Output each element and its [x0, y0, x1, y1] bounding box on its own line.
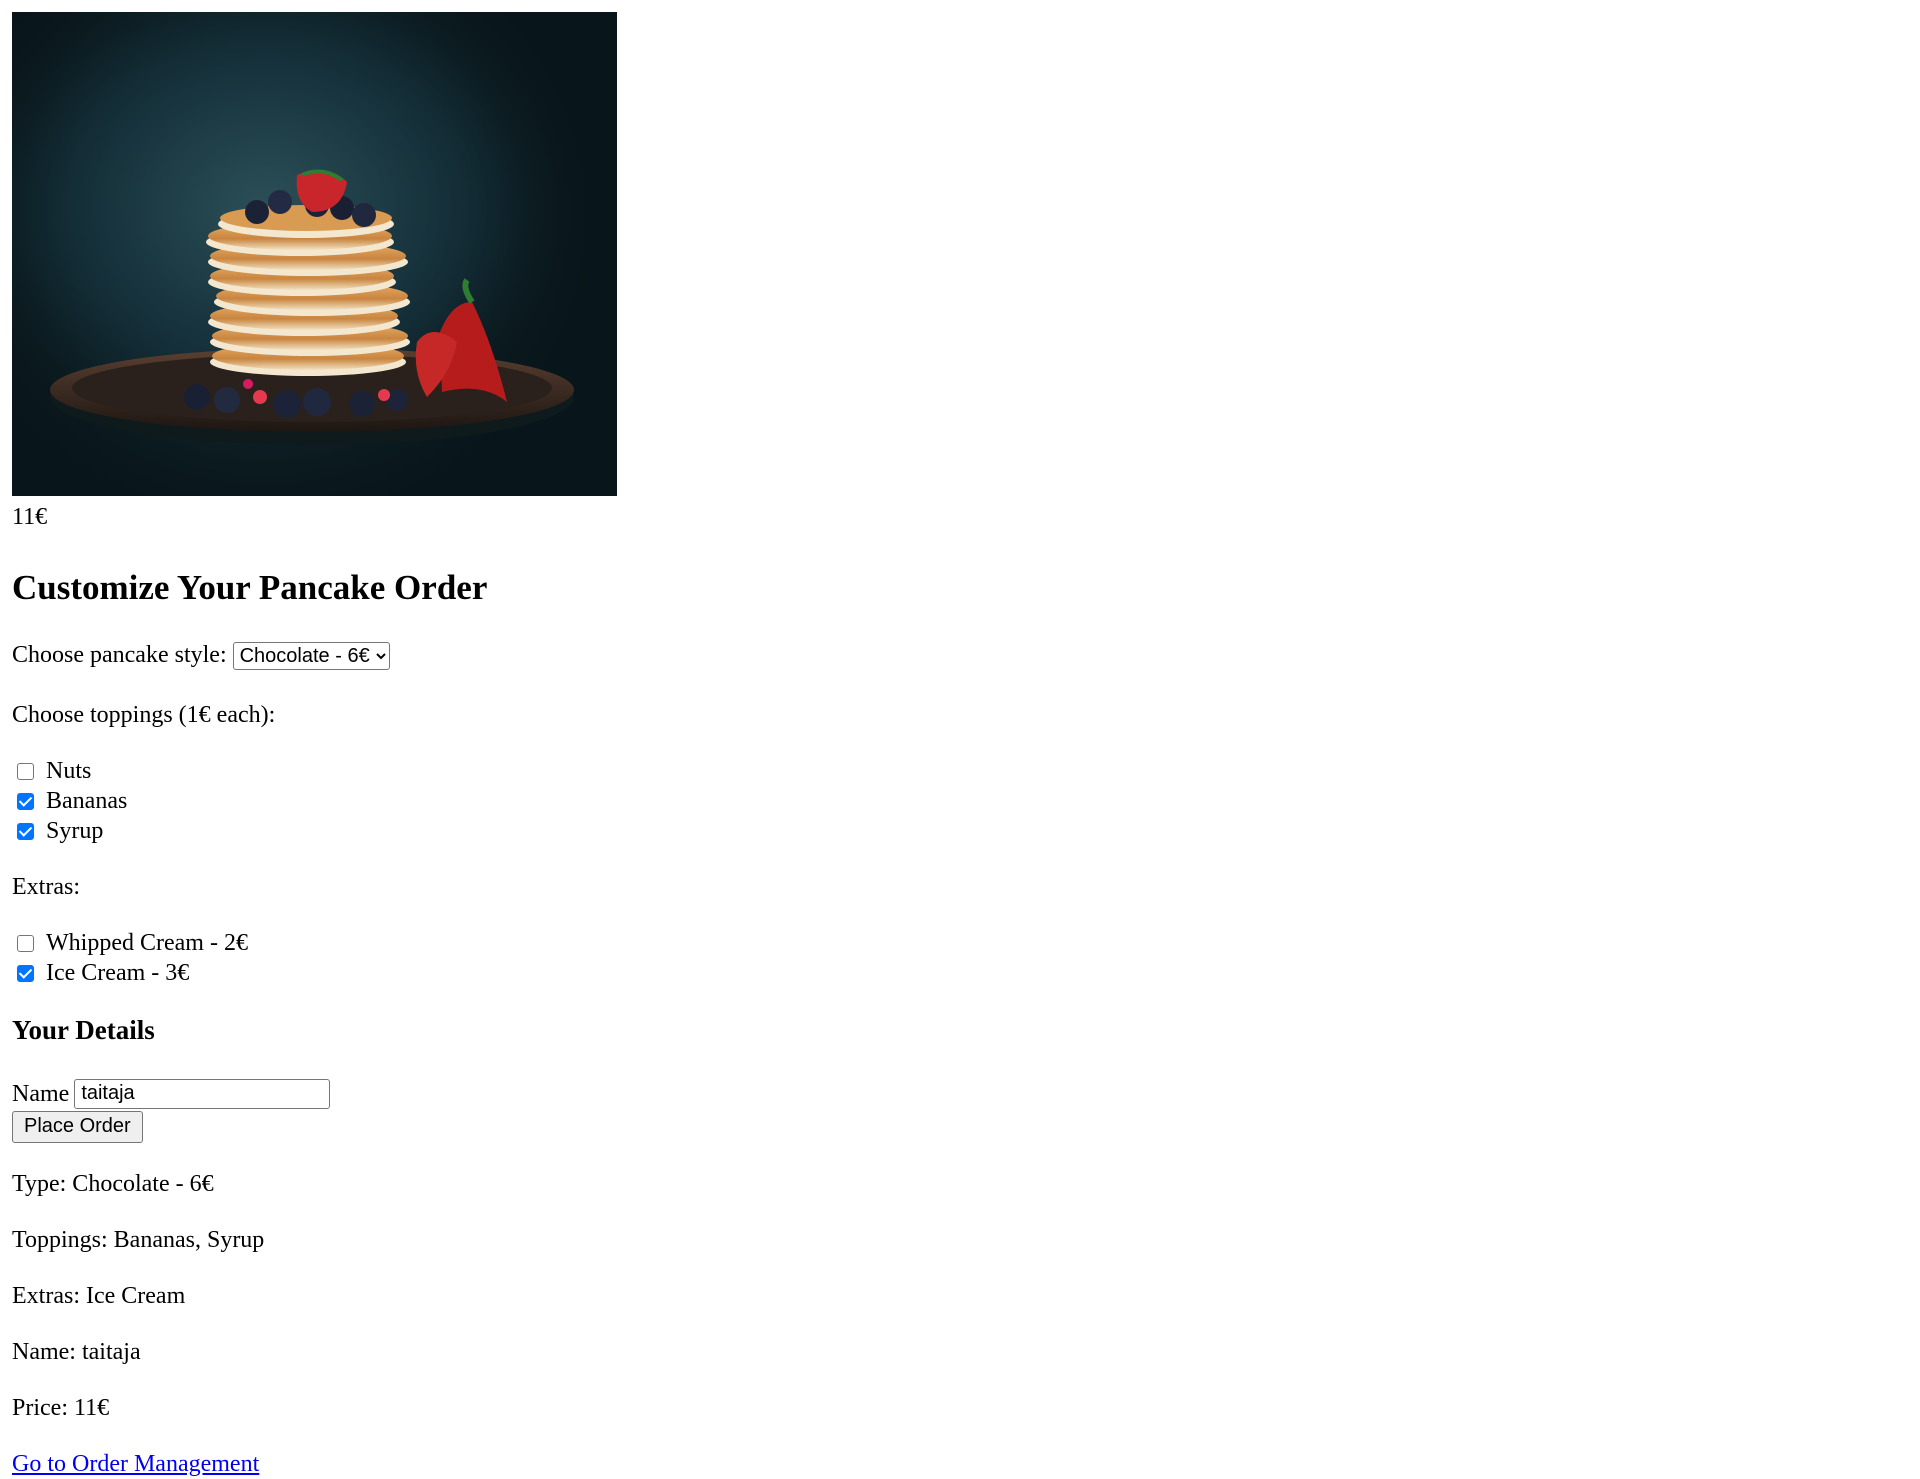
summary-price: Price: 11€ [12, 1394, 110, 1421]
toppings-list: Nuts Bananas Syrup [12, 756, 617, 846]
nuts-checkbox[interactable] [17, 762, 34, 780]
extra-ice-cream[interactable]: Ice Cream - 3€ [12, 958, 617, 988]
topping-bananas[interactable]: Bananas [12, 786, 617, 816]
whipped-cream-checkbox[interactable] [17, 934, 34, 952]
form-title: Customize Your Pancake Order [12, 568, 488, 607]
extras-list: Whipped Cream - 2€ Ice Cream - 3€ [12, 928, 617, 988]
nuts-label: Nuts [46, 758, 92, 785]
summary-type: Type: Chocolate - 6€ [12, 1170, 214, 1197]
pancake-style-select[interactable]: Chocolate - 6€ [232, 642, 390, 671]
page: 11€ Customize Your Pancake Order Choose … [12, 12, 617, 1479]
product-price: 11€ [12, 504, 48, 530]
summary-extras: Extras: Ice Cream [12, 1282, 186, 1309]
extras-label: Extras: [12, 874, 80, 901]
toppings-label: Choose toppings (1€ each): [12, 702, 276, 729]
topping-nuts[interactable]: Nuts [12, 756, 617, 786]
name-label: Name [12, 1080, 70, 1107]
place-order-button[interactable]: Place Order [12, 1110, 143, 1143]
topping-syrup[interactable]: Syrup [12, 816, 617, 846]
syrup-label: Syrup [46, 818, 104, 845]
pancake-illustration [12, 12, 617, 496]
ice-cream-label: Ice Cream - 3€ [46, 960, 190, 987]
extra-whipped-cream[interactable]: Whipped Cream - 2€ [12, 928, 617, 958]
details-title: Your Details [12, 1015, 155, 1046]
whipped-cream-label: Whipped Cream - 2€ [46, 930, 248, 957]
pancake-image [12, 12, 617, 496]
style-label: Choose pancake style: [12, 641, 227, 668]
style-row: Choose pancake style: Chocolate - 6€ [12, 640, 617, 671]
order-management-link[interactable]: Go to Order Management [12, 1451, 259, 1477]
summary-name: Name: taitaja [12, 1338, 141, 1365]
order-summary: Type: Chocolate - 6€ Toppings: Bananas, … [12, 1169, 617, 1423]
ice-cream-checkbox[interactable] [17, 964, 34, 982]
name-input[interactable] [74, 1078, 331, 1109]
syrup-checkbox[interactable] [17, 822, 34, 840]
bananas-label: Bananas [46, 788, 128, 815]
summary-toppings: Toppings: Bananas, Syrup [12, 1226, 265, 1253]
name-row: Name [12, 1078, 617, 1110]
bananas-checkbox[interactable] [17, 792, 34, 810]
